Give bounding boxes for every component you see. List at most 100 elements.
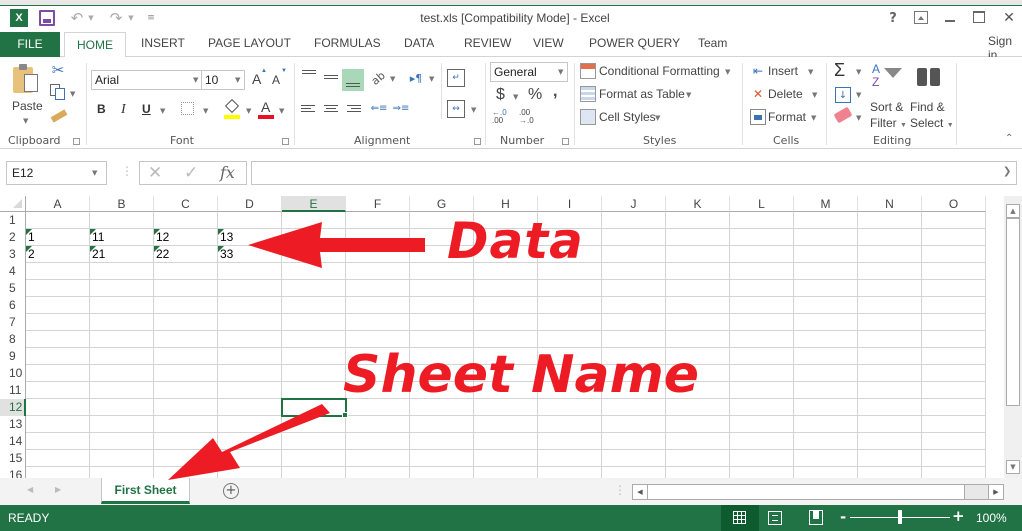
- cell-m2[interactable]: [794, 229, 858, 246]
- column-header-k[interactable]: K: [666, 196, 730, 212]
- formula-bar-resize-handle[interactable]: ⋮: [121, 164, 133, 178]
- align-right-icon[interactable]: [345, 101, 361, 115]
- cell-o3[interactable]: [922, 246, 986, 263]
- cell-b5[interactable]: [90, 280, 154, 297]
- sheet-tab-first-sheet[interactable]: First Sheet: [101, 478, 190, 504]
- font-size-dropdown-icon[interactable]: ▼: [235, 76, 240, 84]
- cell-d6[interactable]: [218, 297, 282, 314]
- cell-h13[interactable]: [474, 416, 538, 433]
- number-stored-as-text-indicator-icon[interactable]: [90, 246, 96, 252]
- align-center-icon[interactable]: [323, 101, 339, 115]
- cell-j2[interactable]: [602, 229, 666, 246]
- font-color-icon[interactable]: A: [258, 99, 274, 119]
- cell-c16[interactable]: [154, 467, 218, 478]
- cell-g7[interactable]: [410, 314, 474, 331]
- cell-n1[interactable]: [858, 212, 922, 229]
- cell-l5[interactable]: [730, 280, 794, 297]
- clear-icon[interactable]: [833, 106, 853, 124]
- cell-o13[interactable]: [922, 416, 986, 433]
- insert-function-icon[interactable]: fx: [220, 163, 235, 182]
- increase-indent-icon[interactable]: ⇒≡: [392, 101, 410, 115]
- cell-k1[interactable]: [666, 212, 730, 229]
- find-select-icon[interactable]: [915, 62, 943, 88]
- cell-m8[interactable]: [794, 331, 858, 348]
- cell-a13[interactable]: [26, 416, 90, 433]
- paste-button[interactable]: Paste: [12, 99, 43, 113]
- row-header-14[interactable]: 14: [0, 433, 26, 450]
- cell-c2[interactable]: 12: [154, 229, 218, 246]
- cell-m11[interactable]: [794, 382, 858, 399]
- tab-split-handle[interactable]: ⋮: [614, 483, 626, 497]
- sort-filter-button[interactable]: Sort & Filter ▼: [870, 99, 907, 134]
- cell-c14[interactable]: [154, 433, 218, 450]
- cell-g16[interactable]: [410, 467, 474, 478]
- column-header-b[interactable]: B: [90, 196, 154, 212]
- save-icon[interactable]: [39, 10, 55, 26]
- row-header-4[interactable]: 4: [0, 263, 26, 280]
- fill-icon[interactable]: ↓: [835, 87, 851, 103]
- cell-j14[interactable]: [602, 433, 666, 450]
- row-header-9[interactable]: 9: [0, 348, 26, 365]
- cell-i14[interactable]: [538, 433, 602, 450]
- cell-j3[interactable]: [602, 246, 666, 263]
- cell-l7[interactable]: [730, 314, 794, 331]
- cell-a3[interactable]: 2: [26, 246, 90, 263]
- cell-o16[interactable]: [922, 467, 986, 478]
- borders-dropdown-icon[interactable]: ▼: [203, 107, 208, 115]
- tab-insert[interactable]: INSERT: [141, 36, 185, 50]
- close-icon[interactable]: ✕: [1000, 9, 1018, 27]
- collapse-ribbon-icon[interactable]: ⌃: [1005, 133, 1013, 144]
- number-stored-as-text-indicator-icon[interactable]: [26, 246, 32, 252]
- text-direction-dropdown-icon[interactable]: ▼: [429, 75, 434, 83]
- cell-a5[interactable]: [26, 280, 90, 297]
- conditional-formatting-dropdown-icon[interactable]: ▼: [725, 68, 730, 76]
- row-header-6[interactable]: 6: [0, 297, 26, 314]
- cell-h15[interactable]: [474, 450, 538, 467]
- cell-d16[interactable]: [218, 467, 282, 478]
- cell-d15[interactable]: [218, 450, 282, 467]
- enter-formula-icon[interactable]: ✓: [184, 163, 198, 183]
- cell-n6[interactable]: [858, 297, 922, 314]
- undo-dropdown-icon[interactable]: ▼: [87, 11, 95, 25]
- cell-a6[interactable]: [26, 297, 90, 314]
- decrease-indent-icon[interactable]: ⇐≡: [370, 101, 388, 115]
- delete-dropdown-icon[interactable]: ▼: [812, 91, 817, 99]
- cell-m9[interactable]: [794, 348, 858, 365]
- cell-a9[interactable]: [26, 348, 90, 365]
- top-align-icon[interactable]: [301, 70, 317, 84]
- format-as-table-icon[interactable]: [580, 86, 596, 102]
- tab-review[interactable]: REVIEW: [464, 36, 511, 50]
- cell-b8[interactable]: [90, 331, 154, 348]
- cell-j16[interactable]: [602, 467, 666, 478]
- cell-c13[interactable]: [154, 416, 218, 433]
- cell-n11[interactable]: [858, 382, 922, 399]
- merge-center-icon[interactable]: ↔: [447, 100, 465, 118]
- cell-e7[interactable]: [282, 314, 346, 331]
- cell-k2[interactable]: [666, 229, 730, 246]
- cell-h7[interactable]: [474, 314, 538, 331]
- cell-f4[interactable]: [346, 263, 410, 280]
- format-dropdown-icon[interactable]: ▼: [811, 114, 816, 122]
- cell-o15[interactable]: [922, 450, 986, 467]
- cell-c11[interactable]: [154, 382, 218, 399]
- cell-l3[interactable]: [730, 246, 794, 263]
- cell-a2[interactable]: 1: [26, 229, 90, 246]
- cell-c6[interactable]: [154, 297, 218, 314]
- customize-quick-access-icon[interactable]: ≡: [146, 11, 156, 25]
- tab-file[interactable]: FILE: [0, 32, 60, 57]
- scroll-down-button[interactable]: ▼: [1006, 460, 1020, 474]
- redo-dropdown-icon[interactable]: ▼: [127, 11, 135, 25]
- cell-m3[interactable]: [794, 246, 858, 263]
- cell-l15[interactable]: [730, 450, 794, 467]
- cell-o9[interactable]: [922, 348, 986, 365]
- number-stored-as-text-indicator-icon[interactable]: [26, 229, 32, 235]
- cell-k5[interactable]: [666, 280, 730, 297]
- cell-b11[interactable]: [90, 382, 154, 399]
- font-name-dropdown-icon[interactable]: ▼: [193, 76, 198, 84]
- normal-view-button[interactable]: [721, 505, 759, 531]
- cell-c3[interactable]: 22: [154, 246, 218, 263]
- cell-f14[interactable]: [346, 433, 410, 450]
- tab-team[interactable]: Team: [698, 36, 727, 50]
- page-layout-view-button[interactable]: [768, 511, 782, 525]
- cell-o4[interactable]: [922, 263, 986, 280]
